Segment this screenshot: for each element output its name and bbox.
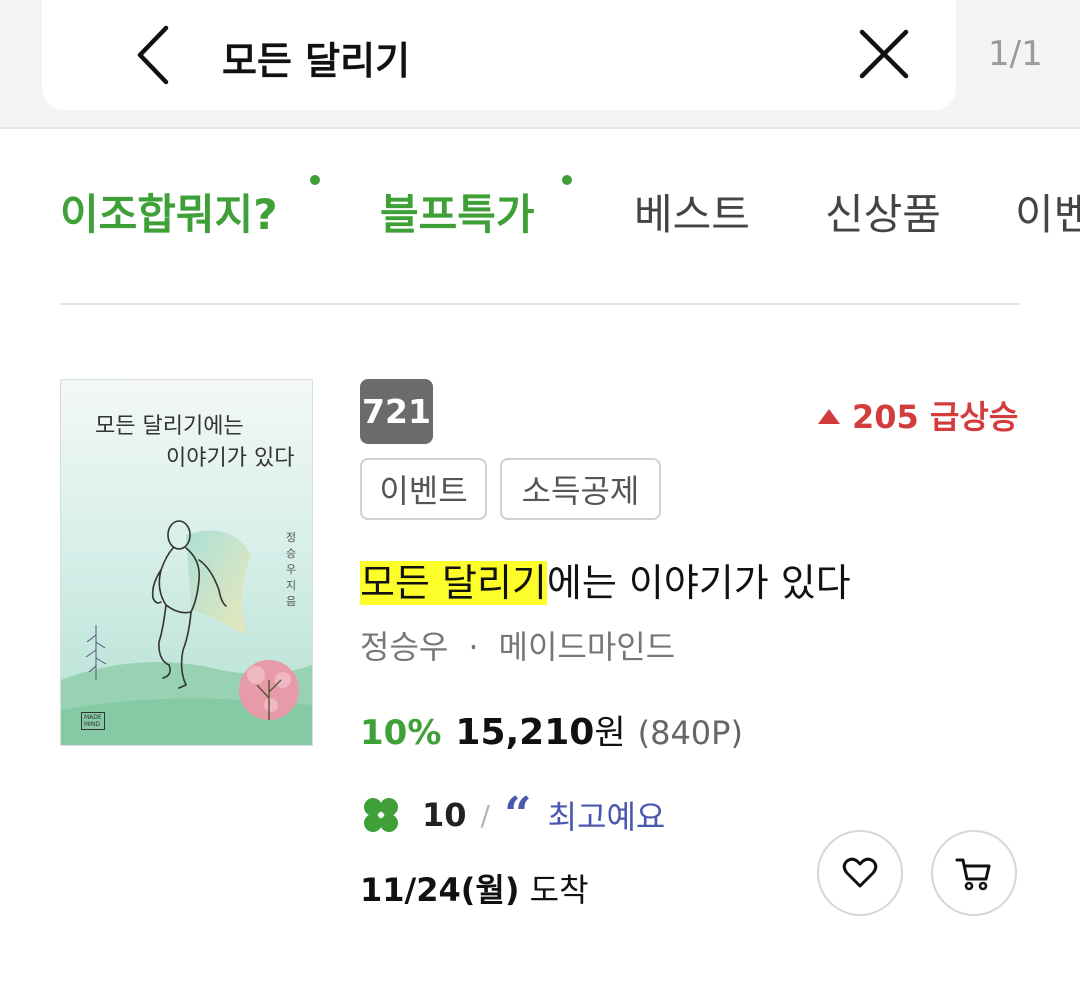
search-box[interactable]: 모든 달리기: [42, 0, 956, 110]
currency: 원: [594, 713, 626, 753]
tab-black-friday[interactable]: 블프특가: [380, 181, 535, 242]
book-cover[interactable]: 모든 달리기에는 이야기가 있다 정승우 지음 MADE MIND: [60, 379, 313, 746]
review-text: 최고예요: [547, 798, 666, 836]
clover-icon: [364, 798, 398, 832]
chevron-left-icon: [137, 25, 169, 85]
clear-search-button[interactable]: [856, 26, 912, 82]
points: (840P): [637, 714, 743, 752]
tab-new[interactable]: 신상품: [825, 181, 941, 242]
price: 15,210: [455, 712, 595, 753]
publisher[interactable]: 메이드마인드: [499, 628, 676, 666]
review-count: 10: [422, 796, 467, 834]
discount-rate: 10%: [360, 713, 442, 753]
separator: ·: [468, 628, 479, 666]
tab-event[interactable]: 이벤: [1015, 181, 1080, 242]
category-tabs: 이조합뭐지? 블프특가 베스트 신상품 이벤: [0, 165, 1080, 255]
wishlist-button[interactable]: [817, 830, 903, 916]
tag-tax-deduction: 소득공제: [500, 458, 661, 520]
rank-badge: 721: [360, 379, 433, 444]
cart-icon: [955, 858, 991, 891]
author[interactable]: 정승우: [360, 628, 448, 666]
search-header: 모든 달리기 1/1: [0, 0, 1080, 129]
cover-author: 정승우 지음: [286, 531, 297, 608]
close-icon: [859, 29, 909, 79]
title-rest: 에는 이야기가 있다: [546, 561, 851, 605]
tag-event: 이벤트: [360, 458, 487, 520]
price-line: 10% 15,210원 (840P): [360, 705, 743, 754]
search-query[interactable]: 모든 달리기: [222, 30, 410, 85]
delivery-info: 11/24(월) 도착: [360, 865, 589, 911]
cover-title: 모든 달리기에는: [95, 414, 244, 439]
tab-best[interactable]: 베스트: [634, 181, 750, 242]
rank-change: 205 급상승: [818, 392, 1018, 438]
quote-icon: “: [503, 787, 532, 843]
delivery-date: 11/24(월): [360, 871, 520, 909]
divider: [60, 303, 1020, 305]
cart-button[interactable]: [931, 830, 1017, 916]
rank-change-text: 205 급상승: [852, 398, 1019, 436]
new-dot-indicator: [310, 175, 320, 185]
title-highlight: 모든 달리기: [360, 561, 547, 605]
delivery-label: 도착: [529, 871, 589, 909]
arrow-up-icon: [818, 409, 840, 424]
review-line[interactable]: 10 / “ 최고예요: [362, 787, 666, 843]
tab-combo[interactable]: 이조합뭐지?: [60, 181, 278, 242]
cover-subtitle: 이야기가 있다: [166, 446, 295, 471]
back-button[interactable]: [130, 24, 180, 86]
page-indicator: 1/1: [988, 34, 1043, 74]
product-title[interactable]: 모든 달리기에는 이야기가 있다: [360, 552, 851, 607]
heart-icon: [842, 857, 878, 888]
new-dot-indicator: [562, 175, 572, 185]
review-slash: /: [480, 798, 490, 832]
author-publisher: 정승우 · 메이드마인드: [360, 622, 675, 668]
publisher-logo: MADE MIND: [81, 712, 105, 730]
